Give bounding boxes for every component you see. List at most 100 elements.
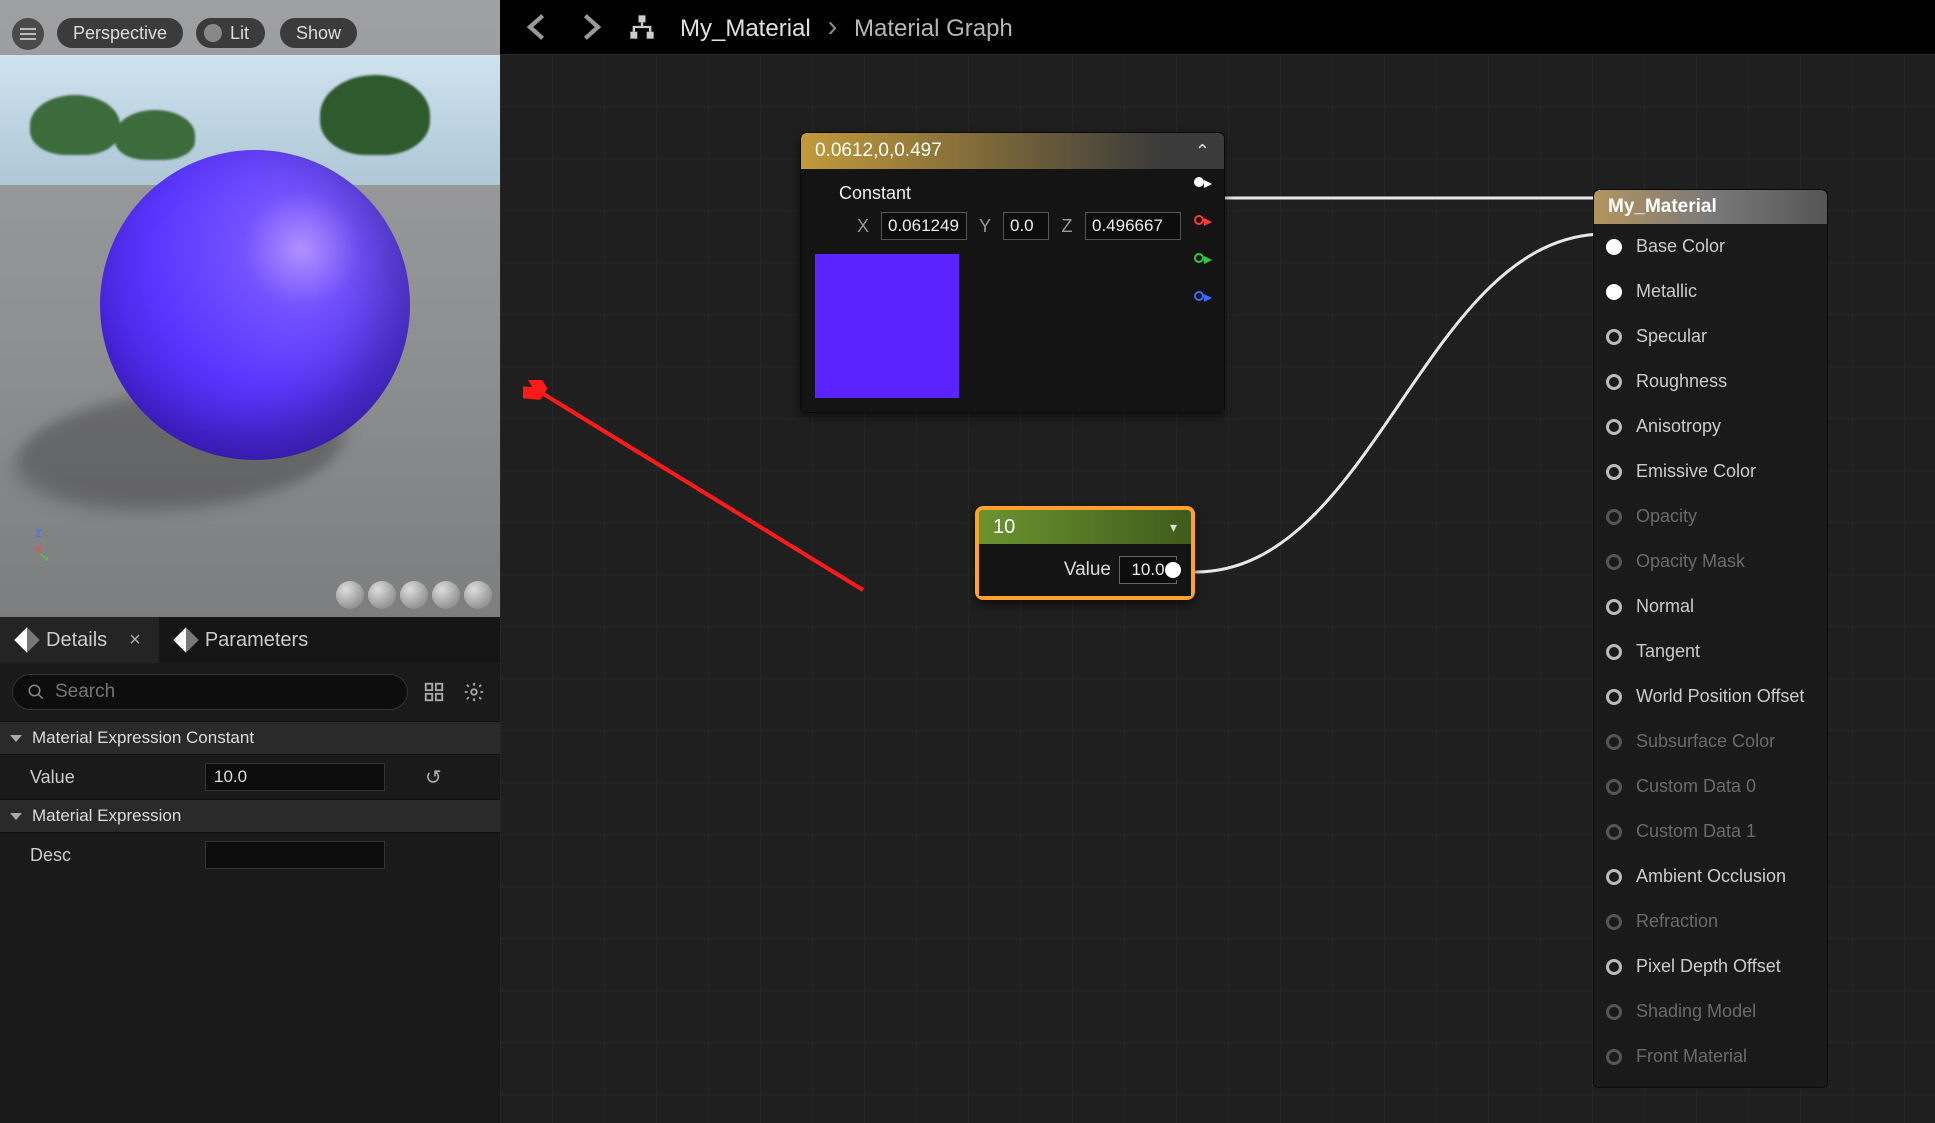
property-label: Value (30, 767, 205, 788)
node-title: My_Material (1608, 196, 1717, 218)
input-pin-label: Anisotropy (1636, 416, 1721, 437)
input-pin (1606, 1049, 1622, 1065)
input-pin-label: Front Material (1636, 1046, 1747, 1067)
details-search-box[interactable] (12, 674, 408, 710)
node-constant3vector[interactable]: 0.0612,0,0.497 ⌃ Constant X Y Z (800, 132, 1225, 413)
constant-z-input[interactable] (1085, 212, 1181, 240)
result-input-row: Shading Model (1594, 989, 1827, 1034)
result-input-row: Tangent (1594, 629, 1827, 674)
input-pin-label: Normal (1636, 596, 1694, 617)
constant-x-input[interactable] (881, 212, 967, 240)
input-pin (1606, 914, 1622, 930)
tab-parameters-label: Parameters (205, 629, 308, 652)
result-input-row: Normal (1594, 584, 1827, 629)
input-pin-label: Ambient Occlusion (1636, 866, 1786, 887)
output-pin-rgb[interactable] (1194, 175, 1214, 189)
chevron-up-icon[interactable]: ⌃ (1195, 141, 1210, 162)
result-input-row: Custom Data 1 (1594, 809, 1827, 854)
input-pin-label: Specular (1636, 326, 1707, 347)
chevron-down-icon[interactable]: ▾ (1170, 519, 1177, 536)
result-input-row: World Position Offset (1594, 674, 1827, 719)
node-constant-scalar[interactable]: 10 ▾ Value (975, 506, 1195, 600)
node-output-pins (1194, 175, 1214, 303)
input-pin[interactable] (1606, 329, 1622, 345)
lit-mode-icon (204, 24, 222, 42)
input-pin-label: Custom Data 1 (1636, 821, 1756, 842)
input-pin[interactable] (1606, 959, 1622, 975)
node-header[interactable]: 10 ▾ (979, 510, 1191, 544)
viewport-show-button[interactable]: Show (280, 18, 357, 48)
input-pin (1606, 1004, 1622, 1020)
annotation-arrow-icon (523, 380, 873, 600)
chevron-down-icon (10, 735, 22, 742)
node-field-label: Constant (839, 183, 1210, 204)
z-label: Z (1059, 216, 1075, 237)
preview-primitive-switcher[interactable] (336, 581, 492, 609)
tab-details[interactable]: Details × (0, 617, 159, 663)
input-pin[interactable] (1606, 869, 1622, 885)
input-pin-label: Tangent (1636, 641, 1700, 662)
input-pin-label: Shading Model (1636, 1001, 1756, 1022)
input-pin (1606, 554, 1622, 570)
result-input-row: Ambient Occlusion (1594, 854, 1827, 899)
pencil-icon (14, 627, 39, 652)
result-input-row: Pixel Depth Offset (1594, 944, 1827, 989)
output-pin-r[interactable] (1194, 213, 1214, 227)
wire (1220, 188, 1600, 208)
viewport-viewmode-label: Lit (230, 23, 249, 44)
pencil-icon (173, 627, 198, 652)
output-pin-g[interactable] (1194, 251, 1214, 265)
details-settings-icon[interactable] (460, 678, 488, 706)
node-header[interactable]: My_Material (1594, 190, 1827, 224)
output-pin[interactable] (1165, 562, 1181, 578)
reset-to-default-icon[interactable]: ↺ (425, 765, 442, 790)
input-pin[interactable] (1606, 599, 1622, 615)
hamburger-icon[interactable] (12, 18, 44, 50)
search-icon (27, 683, 45, 701)
details-grid-icon[interactable] (420, 678, 448, 706)
breadcrumb-asset[interactable]: My_Material (680, 15, 811, 42)
input-pin[interactable] (1606, 464, 1622, 480)
viewport-viewmode-button[interactable]: Lit (196, 18, 265, 48)
input-pin-label: Emissive Color (1636, 461, 1756, 482)
property-group-expression: Material Expression Desc (0, 799, 500, 877)
input-pin (1606, 824, 1622, 840)
nav-forward-button[interactable] (574, 10, 608, 44)
graph-toolbar: My_Material › Material Graph (500, 0, 1935, 54)
input-pin[interactable] (1606, 419, 1622, 435)
input-pin[interactable] (1606, 239, 1622, 255)
property-value-input[interactable] (205, 763, 385, 791)
breadcrumb: My_Material › Material Graph (680, 10, 1013, 44)
close-tab-icon[interactable]: × (129, 629, 141, 652)
property-group-header[interactable]: Material Expression Constant (0, 721, 500, 755)
details-panel-tabs: Details × Parameters (0, 617, 500, 663)
result-input-row: Specular (1594, 314, 1827, 359)
input-pin[interactable] (1606, 374, 1622, 390)
color-swatch[interactable] (815, 254, 959, 398)
material-preview-viewport[interactable]: Perspective Lit Show zx↘ (0, 0, 500, 617)
constant-y-input[interactable] (1003, 212, 1049, 240)
input-pin[interactable] (1606, 644, 1622, 660)
result-input-row: Opacity Mask (1594, 539, 1827, 584)
node-header[interactable]: 0.0612,0,0.497 ⌃ (801, 133, 1224, 169)
axis-gizmo-icon: zx↘ (35, 524, 54, 557)
input-pin[interactable] (1606, 689, 1622, 705)
tab-parameters[interactable]: Parameters (159, 617, 326, 663)
node-material-result[interactable]: My_Material Base ColorMetallicSpecularRo… (1593, 189, 1828, 1088)
details-search-input[interactable] (55, 681, 393, 703)
input-pin-label: Pixel Depth Offset (1636, 956, 1781, 977)
input-pin[interactable] (1606, 284, 1622, 300)
material-graph-canvas[interactable]: 0.0612,0,0.497 ⌃ Constant X Y Z (500, 54, 1935, 1123)
property-desc-input[interactable] (205, 841, 385, 869)
input-pin-label: Refraction (1636, 911, 1718, 932)
nav-back-button[interactable] (520, 10, 554, 44)
graph-hierarchy-icon[interactable] (628, 13, 656, 41)
property-group-header[interactable]: Material Expression (0, 799, 500, 833)
constant-xyz-row: X Y Z (855, 212, 1210, 240)
details-search-row (0, 663, 500, 721)
node-title: 10 (993, 516, 1015, 539)
viewport-projection-button[interactable]: Perspective (57, 18, 183, 48)
property-row-desc: Desc (0, 833, 500, 877)
output-pin-b[interactable] (1194, 289, 1214, 303)
result-input-row: Anisotropy (1594, 404, 1827, 449)
